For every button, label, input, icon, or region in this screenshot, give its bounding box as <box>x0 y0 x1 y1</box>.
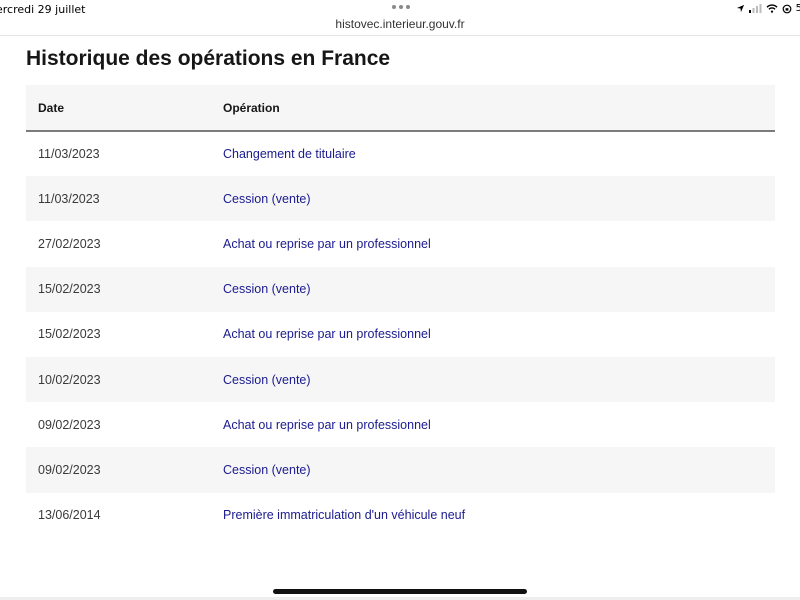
table-row: 10/02/2023 Cession (vente) <box>26 356 775 403</box>
home-indicator[interactable] <box>273 589 527 594</box>
row-operation-link[interactable]: Première immatriculation d'un véhicule n… <box>223 493 775 538</box>
row-date: 15/02/2023 <box>38 282 101 297</box>
row-date: 09/02/2023 <box>38 462 101 477</box>
row-operation-link[interactable]: Cession (vente) <box>223 357 775 402</box>
row-date: 09/02/2023 <box>38 417 101 432</box>
row-operation-link[interactable]: Cession (vente) <box>223 447 775 492</box>
row-date: 15/02/2023 <box>38 327 101 342</box>
status-icons: 5 <box>736 3 800 14</box>
table-header-row: Date Opération <box>26 85 775 131</box>
page-title: Historique des opérations en France <box>26 47 391 70</box>
row-date: 27/02/2023 <box>38 236 101 251</box>
url-display[interactable]: histovec.interieur.gouv.fr <box>0 17 800 31</box>
table-row: 13/06/2014 Première immatriculation d'un… <box>26 493 775 538</box>
cellular-signal-icon <box>748 4 762 13</box>
row-operation-link[interactable]: Achat ou reprise par un professionnel <box>223 221 775 266</box>
row-operation-link[interactable]: Changement de titulaire <box>223 131 775 176</box>
orientation-lock-icon <box>782 4 792 13</box>
column-header-operation: Opération <box>223 100 280 115</box>
table-row: 09/02/2023 Achat ou reprise par un profe… <box>26 402 775 447</box>
operations-table: Date Opération 11/03/2023 Changement de … <box>26 85 775 538</box>
column-header-date: Date <box>38 100 65 115</box>
status-date: ercredi 29 juillet <box>0 3 86 16</box>
status-bar: ercredi 29 juillet 5 <box>0 0 800 18</box>
row-date: 11/03/2023 <box>38 147 100 162</box>
table-row: 27/02/2023 Achat ou reprise par un profe… <box>26 221 775 266</box>
table-row: 11/03/2023 Changement de titulaire <box>26 131 775 176</box>
table-row: 09/02/2023 Cession (vente) <box>26 447 775 493</box>
table-row: 15/02/2023 Cession (vente) <box>26 266 775 312</box>
row-operation-link[interactable]: Achat ou reprise par un professionnel <box>223 402 775 447</box>
row-operation-link[interactable]: Achat ou reprise par un professionnel <box>223 312 775 357</box>
row-date: 13/06/2014 <box>38 508 101 523</box>
row-operation-link[interactable]: Cession (vente) <box>223 176 775 221</box>
table-row: 11/03/2023 Cession (vente) <box>26 176 775 222</box>
location-arrow-icon <box>736 4 744 13</box>
table-row: 15/02/2023 Achat ou reprise par un profe… <box>26 312 775 357</box>
battery-percent: 5 <box>795 3 800 14</box>
row-operation-link[interactable]: Cession (vente) <box>223 267 775 312</box>
wifi-icon <box>766 4 778 13</box>
row-date: 10/02/2023 <box>38 372 101 387</box>
row-date: 11/03/2023 <box>38 191 100 206</box>
